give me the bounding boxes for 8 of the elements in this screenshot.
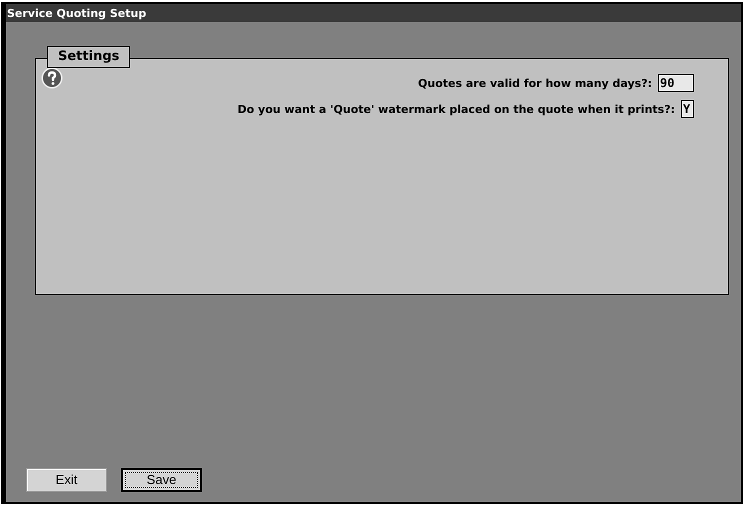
dialog-button[interactable]: Save — [121, 468, 202, 492]
dialog-button[interactable]: Exit — [26, 468, 107, 492]
field-label: Do you want a 'Quote' watermark placed on the quote when it prints?: — [238, 104, 675, 114]
help-icon[interactable] — [41, 67, 63, 89]
window-title: Service Quoting Setup — [7, 8, 146, 18]
input-field[interactable]: Y — [681, 100, 694, 118]
field-label: Quotes are valid for how many days?: — [418, 78, 652, 88]
input-field[interactable]: 90 — [658, 74, 694, 92]
